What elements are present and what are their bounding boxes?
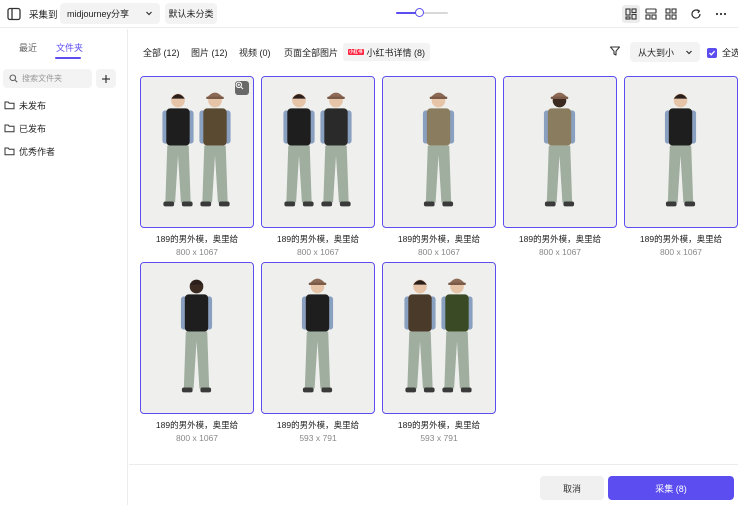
sort-select-value: 从大到小	[638, 47, 675, 58]
zoom-slider-handle[interactable]	[414, 8, 424, 17]
image-thumbnail[interactable]	[382, 76, 496, 228]
select-all-checkbox[interactable]: 全选	[707, 46, 738, 59]
sidebar: 最近 文件夹 未发布 已发布 优秀作者	[0, 29, 128, 505]
default-uncategorized-button[interactable]: 默认未分类	[165, 3, 217, 24]
sidebar-toggle-icon[interactable]	[6, 6, 22, 22]
add-folder-button[interactable]	[96, 69, 116, 88]
image-dimensions: 800 x 1067	[417, 247, 461, 257]
image-title: 189的男外模，奥里给	[276, 420, 360, 430]
image-card[interactable]: 189的男外模，奥里给 800 x 1067	[624, 76, 738, 257]
image-dimensions: 800 x 1067	[175, 247, 219, 257]
collect-to-label: 采集到	[29, 10, 58, 21]
image-title: 189的男外模，奥里给	[639, 234, 723, 244]
filter-tab-all[interactable]: 全部 (12)	[143, 43, 180, 61]
folder-icon	[4, 100, 15, 110]
top-toolbar: 采集到 midjourney分享 默认未分类	[0, 0, 738, 28]
folder-label: 未发布	[19, 100, 47, 111]
filter-icon[interactable]	[609, 45, 623, 59]
image-thumbnail[interactable]	[140, 76, 254, 228]
folder-icon	[4, 123, 15, 133]
view-list-icon[interactable]	[642, 5, 660, 23]
image-card[interactable]: 189的男外模，奥里给 800 x 1067	[382, 76, 496, 257]
image-dimensions: 593 x 791	[299, 433, 337, 443]
chevron-down-icon	[145, 9, 153, 17]
folder-item-featured-authors[interactable]: 优秀作者	[4, 143, 55, 159]
collect-button[interactable]: 采集 (8)	[608, 476, 734, 500]
image-card[interactable]: 189的男外模，奥里给 800 x 1067	[140, 262, 254, 443]
photo-model-illustration	[383, 263, 494, 412]
image-card[interactable]: 189的男外模，奥里给 800 x 1067	[503, 76, 617, 257]
image-title: 189的男外模，奥里给	[155, 420, 239, 430]
footer: 取消 采集 (8)	[129, 464, 738, 505]
tab-recent[interactable]: 最近	[19, 41, 37, 54]
more-options-icon[interactable]	[712, 5, 730, 23]
image-dimensions: 800 x 1067	[175, 433, 219, 443]
image-card[interactable]: 189的男外模，奥里给 800 x 1067	[261, 76, 375, 257]
image-thumbnail[interactable]	[503, 76, 617, 228]
image-thumbnail[interactable]	[261, 262, 375, 414]
tab-folders[interactable]: 文件夹	[56, 41, 83, 54]
filter-tab-page-images[interactable]: 页面全部图片	[284, 43, 338, 61]
album-select[interactable]: midjourney分享	[60, 3, 160, 24]
folder-label: 优秀作者	[19, 146, 56, 157]
image-thumbnail[interactable]	[140, 262, 254, 414]
xiaohongshu-logo: 小红书	[348, 49, 364, 55]
sort-select[interactable]: 从大到小	[630, 42, 700, 62]
folder-icon	[4, 146, 15, 156]
image-title: 189的男外模，奥里给	[518, 234, 602, 244]
view-grid-icon[interactable]	[662, 5, 680, 23]
zoom-in-icon[interactable]	[235, 81, 249, 95]
photo-model-illustration	[262, 263, 373, 412]
image-title: 189的男外模，奥里给	[397, 420, 481, 430]
cancel-button[interactable]: 取消	[540, 476, 604, 500]
image-dimensions: 800 x 1067	[659, 247, 703, 257]
check-icon	[707, 47, 717, 58]
active-tab-indicator	[55, 57, 81, 59]
image-title: 189的男外模，奥里给	[276, 234, 360, 244]
image-thumbnail[interactable]	[261, 76, 375, 228]
photo-model-illustration	[625, 77, 736, 226]
image-dimensions: 800 x 1067	[296, 247, 340, 257]
image-thumbnail[interactable]	[382, 262, 496, 414]
filter-tab-images[interactable]: 图片 (12)	[191, 43, 228, 61]
zoom-slider[interactable]	[396, 8, 448, 18]
filter-bar: 全部 (12) 图片 (12) 视频 (0) 页面全部图片 小红书 小红书详情 …	[129, 40, 738, 64]
plus-icon	[101, 74, 111, 84]
photo-model-illustration	[141, 263, 252, 412]
folder-label: 已发布	[19, 123, 47, 134]
photo-model-illustration	[262, 77, 373, 226]
image-title: 189的男外模，奥里给	[397, 234, 481, 244]
photo-model-illustration	[504, 77, 615, 226]
image-thumbnail[interactable]	[624, 76, 738, 228]
refresh-icon[interactable]	[687, 5, 705, 23]
filter-tab-xiaohongshu-label: 小红书详情 (8)	[366, 47, 426, 58]
image-dimensions: 800 x 1067	[538, 247, 582, 257]
photo-model-illustration	[141, 77, 252, 226]
image-card[interactable]: 189的男外模，奥里给 593 x 791	[261, 262, 375, 443]
folder-item-published[interactable]: 已发布	[4, 120, 46, 136]
image-dimensions: 593 x 791	[420, 433, 458, 443]
select-all-label: 全选	[722, 48, 738, 58]
chevron-down-icon	[685, 48, 693, 56]
search-icon	[9, 74, 18, 83]
image-card[interactable]: 189的男外模，奥里给 593 x 791	[382, 262, 496, 443]
album-select-value: midjourney分享	[67, 9, 130, 19]
folder-search-box[interactable]	[3, 69, 92, 88]
filter-tab-videos[interactable]: 视频 (0)	[239, 43, 271, 61]
image-title: 189的男外模，奥里给	[155, 234, 239, 244]
photo-model-illustration	[383, 77, 494, 226]
folder-search-input[interactable]	[22, 69, 90, 88]
view-waterfall-icon[interactable]	[622, 5, 640, 23]
folder-item-unpublished[interactable]: 未发布	[4, 97, 46, 113]
image-card[interactable]: 189的男外模，奥里给 800 x 1067	[140, 76, 254, 257]
filter-tab-xiaohongshu[interactable]: 小红书 小红书详情 (8)	[343, 43, 431, 61]
